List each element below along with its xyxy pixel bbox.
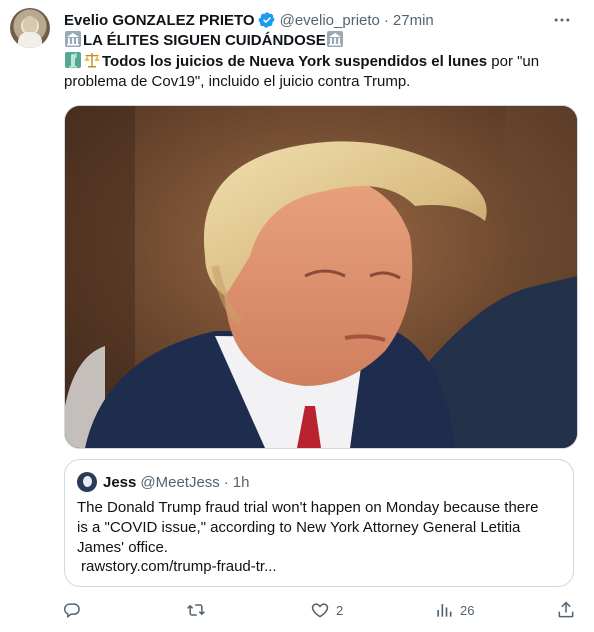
verified-badge-icon	[258, 12, 275, 28]
tweet-photo[interactable]	[64, 105, 578, 449]
tweet-line-3: problema de Cov19", incluido el juicio c…	[64, 73, 411, 90]
tweet-line-2: Todos los juicios de Nueva York suspendi…	[64, 51, 564, 72]
classical-building-icon	[326, 31, 343, 47]
quoted-author-name: Jess	[103, 473, 137, 491]
more-icon[interactable]	[550, 8, 574, 32]
author-handle[interactable]: @evelio_prieto	[280, 12, 380, 29]
quoted-tweet-header: Jess @MeetJess · 1h	[77, 472, 249, 492]
tweet-text: LA ÉLITES SIGUEN CUIDÁNDOSE Todos los ju…	[64, 30, 564, 92]
tweet-headline: LA ÉLITES SIGUEN CUIDÁNDOSE	[83, 32, 326, 49]
views-count: 26	[460, 602, 475, 618]
quoted-link[interactable]: rawstory.com/trump-fraud-tr...	[81, 558, 277, 575]
retweet-button[interactable]	[186, 598, 212, 622]
like-button[interactable]: 2	[310, 598, 343, 622]
author-avatar[interactable]	[10, 8, 50, 48]
quoted-author-avatar	[77, 472, 97, 492]
separator: ·	[383, 11, 389, 29]
photo-illustration	[65, 106, 577, 448]
views-button[interactable]: 26	[434, 598, 474, 622]
like-count: 2	[336, 602, 344, 618]
quoted-tweet[interactable]: Jess @MeetJess · 1h The Donald Trump fra…	[64, 459, 574, 587]
reply-icon	[63, 603, 80, 619]
quoted-line-2: is a "COVID issue," according to New Yor…	[77, 519, 521, 536]
share-icon	[558, 601, 574, 618]
share-button[interactable]	[556, 598, 576, 622]
quoted-tweet-text: The Donald Trump fraud trial won't happe…	[77, 498, 565, 558]
reply-button[interactable]	[62, 598, 88, 622]
timestamp[interactable]: 27min	[393, 12, 434, 29]
tweet-text-continued: por "un	[487, 53, 540, 70]
retweet-icon	[187, 604, 205, 616]
like-icon	[311, 603, 329, 618]
tweet-line-1: LA ÉLITES SIGUEN CUIDÁNDOSE	[64, 30, 564, 51]
scales-icon	[84, 53, 100, 68]
classical-building-icon	[65, 31, 81, 47]
tweet-header: Evelio GONZALEZ PRIETO @evelio_prieto · …	[64, 10, 434, 30]
action-bar: 2 26	[56, 598, 580, 622]
quoted-line-1: The Donald Trump fraud trial won't happe…	[77, 499, 539, 516]
separator: ·	[223, 473, 229, 491]
tweet[interactable]: Evelio GONZALEZ PRIETO @evelio_prieto · …	[0, 0, 594, 632]
quoted-author-handle: @MeetJess	[140, 473, 220, 491]
author-name[interactable]: Evelio GONZALEZ PRIETO	[64, 12, 255, 29]
views-icon	[437, 604, 452, 617]
statue-of-liberty-icon	[65, 52, 81, 68]
quoted-timestamp: 1h	[232, 473, 250, 491]
quoted-line-3: James' office.	[77, 539, 168, 556]
tweet-bold-text: Todos los juicios de Nueva York suspendi…	[102, 53, 488, 70]
